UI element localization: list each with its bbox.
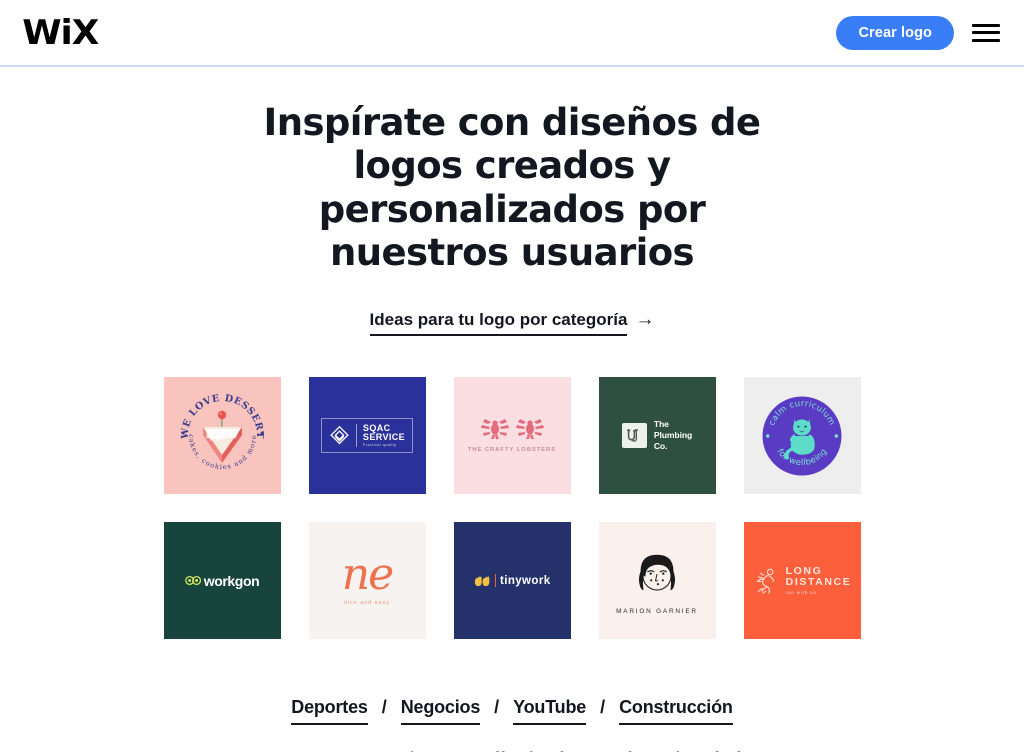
ne-monogram: ne — [341, 549, 394, 601]
logo-tile-the-crafty-lobsters[interactable]: THE CRAFTY LOBSTERS — [453, 377, 571, 495]
pipe-trap-icon — [621, 423, 647, 449]
page-title: Inspírate con diseños de logos creados y… — [263, 101, 761, 274]
plumbing-line2: Plumbing — [653, 430, 693, 441]
logo-tile-marion-garnier[interactable]: MARION GARNIER — [598, 522, 716, 640]
wix-logo-text: WiX — [22, 12, 99, 53]
double-circle-icon — [184, 576, 201, 586]
two-lobsters-illustration — [480, 418, 545, 440]
logo-gallery-grid: WE LOVE DESSERT cakes, cookies and more — [163, 377, 861, 640]
hamburger-menu-icon[interactable] — [972, 22, 1000, 44]
lobster-icon — [515, 419, 544, 440]
main-content: Inspírate con diseños de logos creados y… — [0, 67, 1024, 752]
running-figure-icon — [756, 568, 774, 594]
ne-tagline: nice and easy — [343, 599, 391, 606]
category-separator: / — [494, 697, 500, 718]
sqac-text-block: SQAC SERVICE Practical quality — [362, 423, 406, 448]
sqac-tagline: Practical quality — [362, 442, 397, 447]
tinywork-name: tinywork — [500, 574, 551, 587]
long-distance-logo-row: LONG DISTANCE run with us — [753, 565, 852, 595]
we-love-dessert-artwork: WE LOVE DESSERT cakes, cookies and more — [179, 393, 264, 471]
wix-logo[interactable]: WiX — [22, 12, 99, 53]
ideas-por-categoria-link[interactable]: Ideas para tu logo por categoría → — [369, 309, 655, 337]
tinywork-divider — [494, 574, 496, 588]
diamond-monogram-icon — [330, 425, 349, 445]
plumbing-line3: Co. — [653, 441, 668, 452]
workgon-logo-row: workgon — [184, 572, 260, 589]
face-portrait-illustration — [638, 554, 676, 591]
crear-logo-button[interactable]: Crear logo — [836, 15, 954, 50]
header-actions: Crear logo — [836, 15, 1000, 50]
logo-tile-long-distance[interactable]: LONG DISTANCE run with us — [743, 522, 861, 640]
ideas-link-label: Ideas para tu logo por categoría — [369, 310, 628, 337]
workgon-name: workgon — [203, 572, 260, 589]
category-link-row: Ideas para tu logo por categoría → — [0, 309, 1024, 337]
category-link-youtube[interactable]: YouTube — [513, 697, 586, 726]
plumbing-line1: The — [653, 419, 669, 430]
sqac-divider — [355, 423, 357, 448]
category-links-section: Deportes / Negocios / YouTube / Construc… — [0, 697, 1024, 752]
hamburger-line — [972, 31, 1000, 34]
logo-tile-we-love-dessert[interactable]: WE LOVE DESSERT cakes, cookies and more — [163, 377, 281, 495]
category-row-1: Deportes / Negocios / YouTube / Construc… — [0, 697, 1024, 726]
category-link-deportes[interactable]: Deportes — [291, 697, 368, 726]
category-separator: / — [381, 697, 387, 718]
sqac-line2: SERVICE — [362, 432, 406, 443]
hamburger-line — [972, 23, 1000, 27]
logo-tile-nice-and-easy[interactable]: ne nice and easy — [308, 522, 426, 640]
tinywork-logo-row: tinywork — [474, 574, 551, 588]
category-link-construccion[interactable]: Construcción — [619, 697, 733, 726]
hamburger-line — [972, 38, 1000, 42]
logo-tile-sqac-service[interactable]: SQAC SERVICE Practical quality — [308, 377, 426, 495]
logo-tile-workgon[interactable]: workgon — [163, 522, 281, 640]
calm-curriculum-artwork: calm curriculum for wellbeing — [762, 396, 842, 476]
marion-garnier-name: MARION GARNIER — [616, 608, 698, 616]
long-distance-text-block: LONG DISTANCE run with us — [785, 565, 852, 595]
lobster-icon — [480, 419, 509, 440]
logo-tile-tinywork[interactable]: tinywork — [453, 522, 571, 640]
category-separator: / — [600, 697, 606, 718]
logo-tile-calm-curriculum[interactable]: calm curriculum for wellbeing — [743, 377, 861, 495]
logo-tile-the-plumbing-co[interactable]: The Plumbing Co. — [598, 377, 716, 495]
sqac-logo-box: SQAC SERVICE Practical quality — [320, 417, 414, 454]
plumbing-logo-row: The Plumbing Co. — [621, 419, 692, 452]
long-distance-line2: DISTANCE — [785, 576, 852, 589]
site-header: WiX Crear logo — [0, 0, 1024, 67]
plumbing-text-block: The Plumbing Co. — [654, 419, 692, 452]
category-link-negocios[interactable]: Negocios — [400, 697, 480, 726]
long-distance-tagline: run with us — [785, 589, 817, 595]
arrow-right-icon: → — [635, 309, 655, 331]
two-hands-icon — [474, 575, 489, 586]
crafty-lobsters-name: THE CRAFTY LOBSTERS — [467, 447, 557, 454]
